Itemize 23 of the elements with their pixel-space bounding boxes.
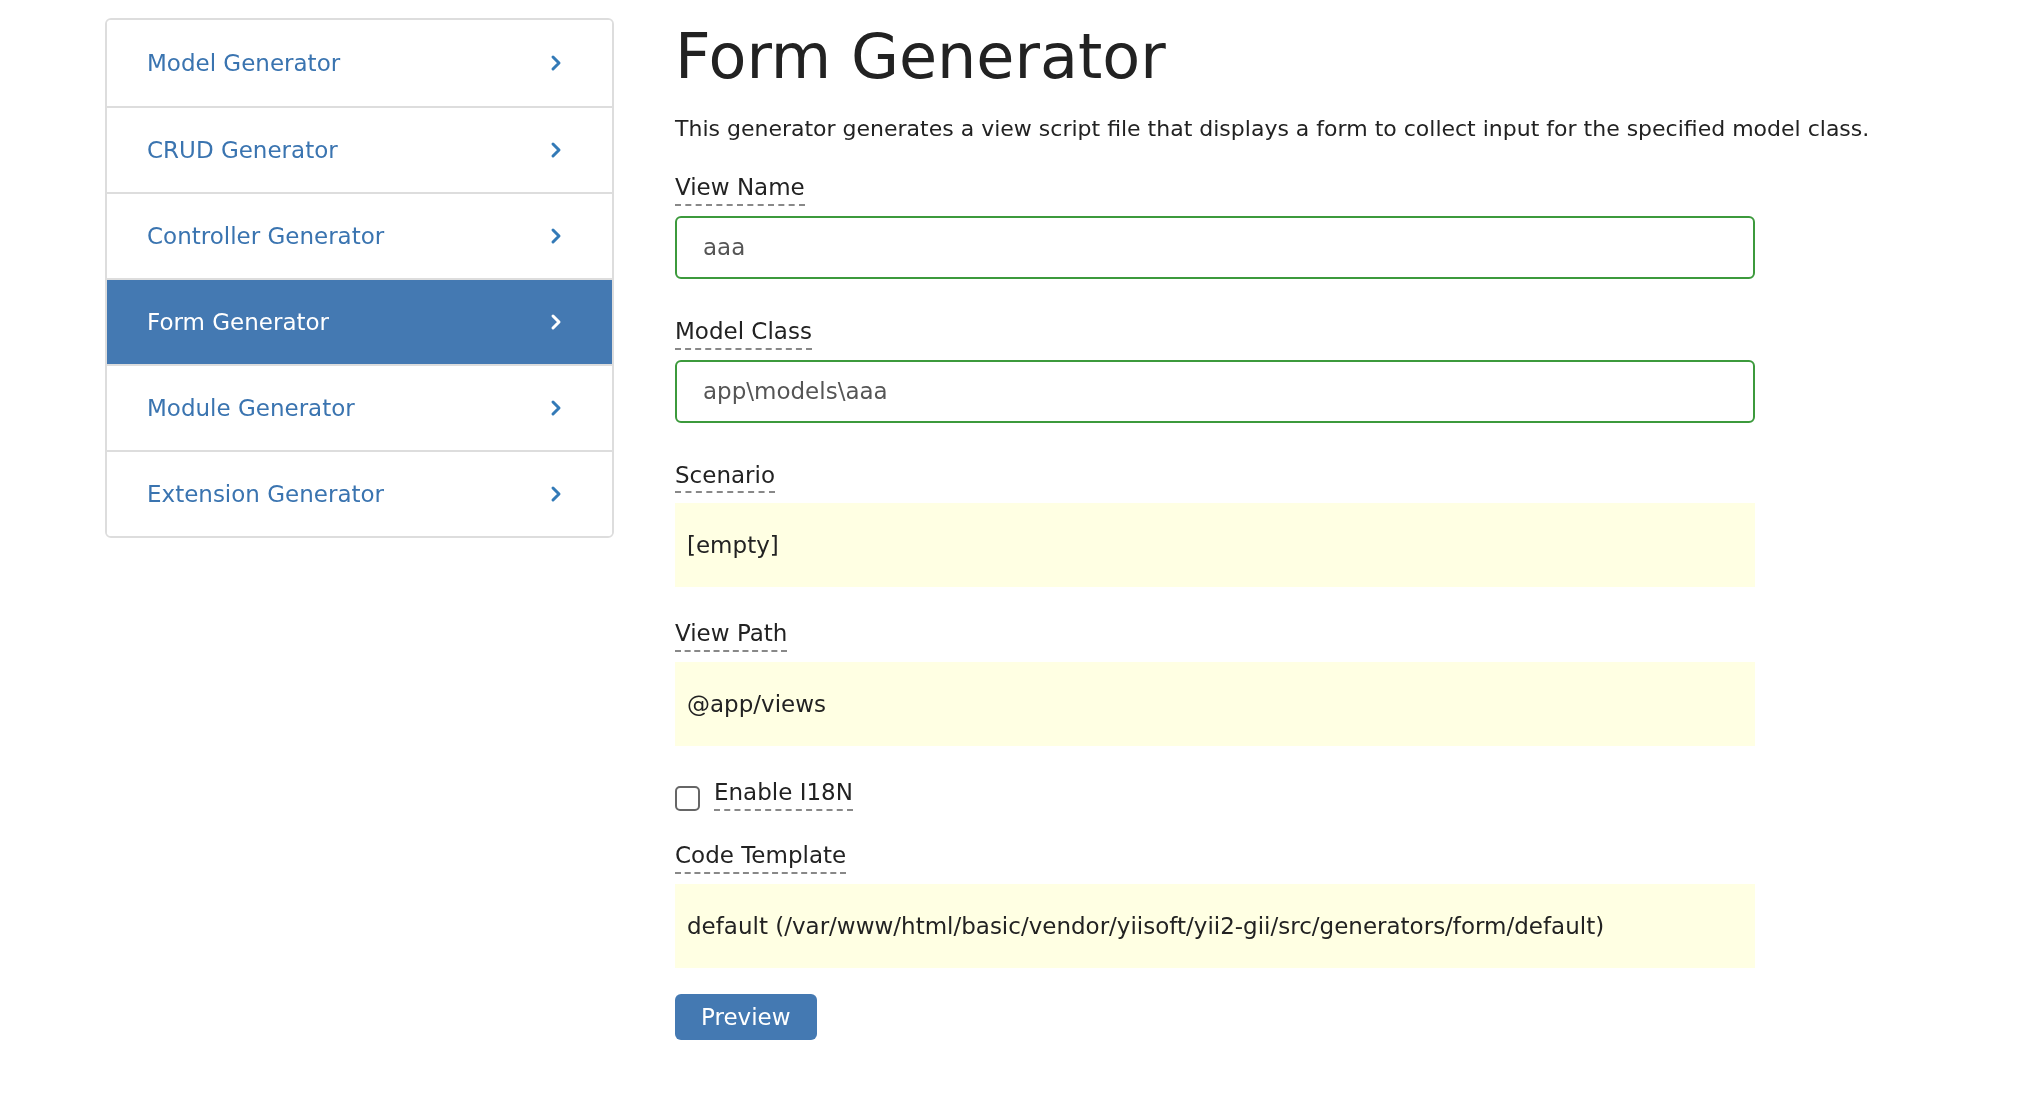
field-label: Code Template (675, 841, 847, 874)
field-label: Scenario (675, 460, 775, 494)
chevron-right-icon (550, 54, 562, 72)
field-label: View Name (675, 173, 805, 206)
checkbox[interactable] (675, 786, 700, 811)
text-field[interactable]: app\models\aaa (675, 359, 1755, 423)
sidebar-item[interactable]: Form Generator (107, 278, 612, 364)
field-label: View Path (675, 619, 788, 652)
text-field[interactable]: aaa (675, 215, 1755, 279)
sticky-value[interactable]: @app/views (675, 662, 1755, 746)
description-text: This generator generates a view script file that displays a form to collect input for the specified model class. (675, 115, 1870, 143)
sticky-value[interactable]: default (/var/www/html/basic/vendor/yiisoft/yii2-gii/src/generators/form/default) (675, 883, 1755, 968)
sidebar-item[interactable]: Extension Generator (107, 450, 612, 536)
preview-button[interactable]: Preview (675, 993, 817, 1040)
page-title: Form Generator (675, 26, 1167, 88)
field-label: Model Class (675, 316, 812, 350)
chevron-right-icon (550, 141, 562, 159)
field-label: Enable I18N (714, 778, 853, 811)
chevron-right-icon (550, 227, 562, 245)
sticky-value[interactable]: [empty] (675, 503, 1755, 588)
chevron-right-icon (550, 399, 562, 417)
chevron-right-icon (550, 313, 562, 331)
chevron-right-icon (550, 485, 562, 503)
